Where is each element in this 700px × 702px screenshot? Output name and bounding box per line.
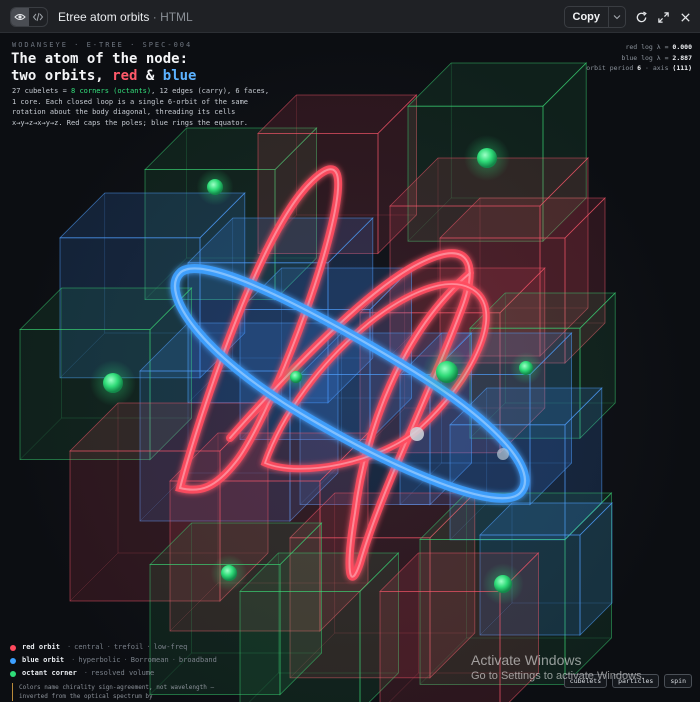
legend-name: octant corner <box>22 669 77 677</box>
page-title: The atom of the node: two orbits, red & … <box>11 51 196 85</box>
legend-item-red: red orbit · central · trefoil · low-freq <box>10 641 217 654</box>
blue-readout-value: 2.887 <box>672 53 692 62</box>
spin-button[interactable]: spin <box>664 674 692 688</box>
code-toggle-button[interactable] <box>29 8 47 26</box>
atom-3d-scene[interactable] <box>0 33 700 702</box>
red-readout-value: 0.000 <box>672 43 692 51</box>
artifact-kind: HTML <box>160 10 193 24</box>
window-toolbar: Etree atom orbits · HTML Copy <box>0 0 700 33</box>
octant-corner-ball <box>436 361 458 383</box>
title-ampersand: & <box>145 68 155 84</box>
copy-group: Copy <box>563 6 626 28</box>
legend-note: central <box>74 643 104 651</box>
title-red-word: red <box>112 68 138 84</box>
red-readout: red log λ = 0.000 <box>586 42 692 53</box>
core-node <box>497 448 509 460</box>
caption-note: Colors name chirality sign-agreement, no… <box>12 683 219 701</box>
title-blue-word: blue <box>162 68 197 84</box>
title-line-2: two orbits, red & blue <box>11 68 196 85</box>
title-separator: · <box>152 10 157 24</box>
expand-icon <box>657 11 669 23</box>
core-node <box>410 427 424 441</box>
legend-note: resolved volume <box>91 669 155 677</box>
preview-toggle-button[interactable] <box>11 8 29 26</box>
watermark-subtitle: Go to Settings to activate Windows. <box>471 670 645 682</box>
octant-corner-ball <box>207 179 223 195</box>
legend-item-green: octant corner · resolved volume <box>10 667 217 680</box>
blue-readout-label: blue log λ = <box>621 53 669 62</box>
code-icon <box>32 12 44 22</box>
axis-value: ⟨111⟩ <box>672 64 692 72</box>
desc-corners: 8 corners (octants) <box>71 87 152 95</box>
legend-name: blue orbit <box>22 656 65 664</box>
octant-corner-ball <box>477 148 497 168</box>
legend-separator: · <box>66 643 72 651</box>
title-orbits-text: two orbits, <box>11 68 104 84</box>
legend-separator: · <box>171 656 176 664</box>
legend-name: red orbit <box>22 643 60 651</box>
legend: red orbit · central · trefoil · low-freq bl… <box>10 641 217 680</box>
legend-note: low-freq <box>153 643 188 651</box>
blue-dot-icon <box>10 657 16 664</box>
eyebrow-label: WODANSEYE · E-TREE · SPEC-004 <box>12 41 193 49</box>
octant-corner-ball <box>103 373 123 393</box>
view-toggle <box>10 7 48 27</box>
title-line-1: The atom of the node: <box>11 51 189 67</box>
red-readout-label: red log λ = <box>625 43 669 51</box>
green-dot-icon <box>10 670 16 677</box>
close-icon <box>680 12 690 22</box>
refresh-button[interactable] <box>634 10 648 24</box>
cubelet-face <box>239 591 361 702</box>
octant-corner-ball <box>519 361 533 375</box>
preview-stage: WODANSEYE · E-TREE · SPEC-004 The atom o… <box>0 33 700 702</box>
artifact-title: Etree atom orbits · HTML <box>58 10 193 24</box>
windows-activation-watermark: Activate Windows Go to Settings to activ… <box>471 652 645 682</box>
desc-intro: 27 cubelets = <box>12 87 67 95</box>
period-readout: orbit period 6 · axis ⟨111⟩ <box>586 63 692 74</box>
period-value: 6 <box>637 64 642 72</box>
close-button[interactable] <box>678 10 692 24</box>
legend-note: hyperbolic <box>78 656 121 664</box>
eye-icon <box>14 14 26 20</box>
copy-button[interactable]: Copy <box>565 7 609 27</box>
legend-separator: · <box>71 656 76 664</box>
orbit-readout: red log λ = 0.000 blue log λ = 2.887 orb… <box>586 42 692 74</box>
blue-readout: blue log λ = 2.887 <box>586 53 692 64</box>
legend-separator: · <box>106 643 111 651</box>
copy-options-button[interactable] <box>608 7 625 27</box>
toolbar-right: Copy <box>563 6 693 28</box>
axis-label: · axis <box>645 64 669 72</box>
watermark-title: Activate Windows <box>471 652 582 668</box>
legend-separator: · <box>146 643 151 651</box>
description: 27 cubelets = 8 corners (octants), 12 ed… <box>12 86 274 128</box>
artifact-name: Etree atom orbits <box>58 10 150 24</box>
octant-corner-ball <box>290 371 302 383</box>
expand-button[interactable] <box>656 10 670 24</box>
cubelet-face <box>379 591 501 702</box>
chevron-down-icon <box>613 15 621 20</box>
octant-corner-ball <box>221 565 237 581</box>
period-label: orbit period <box>586 64 634 72</box>
octant-corner-ball <box>494 575 512 593</box>
legend-note: trefoil <box>113 643 144 651</box>
legend-item-blue: blue orbit · hyperbolic · Borromean · broad… <box>10 654 217 667</box>
refresh-icon <box>636 11 647 22</box>
legend-separator: · <box>83 669 89 677</box>
toolbar-left: Etree atom orbits · HTML <box>10 7 193 27</box>
red-dot-icon <box>10 644 16 651</box>
legend-note: broadband <box>178 656 217 664</box>
legend-note: Borromean <box>130 656 169 664</box>
legend-separator: · <box>123 656 128 664</box>
cubelet <box>239 552 400 702</box>
